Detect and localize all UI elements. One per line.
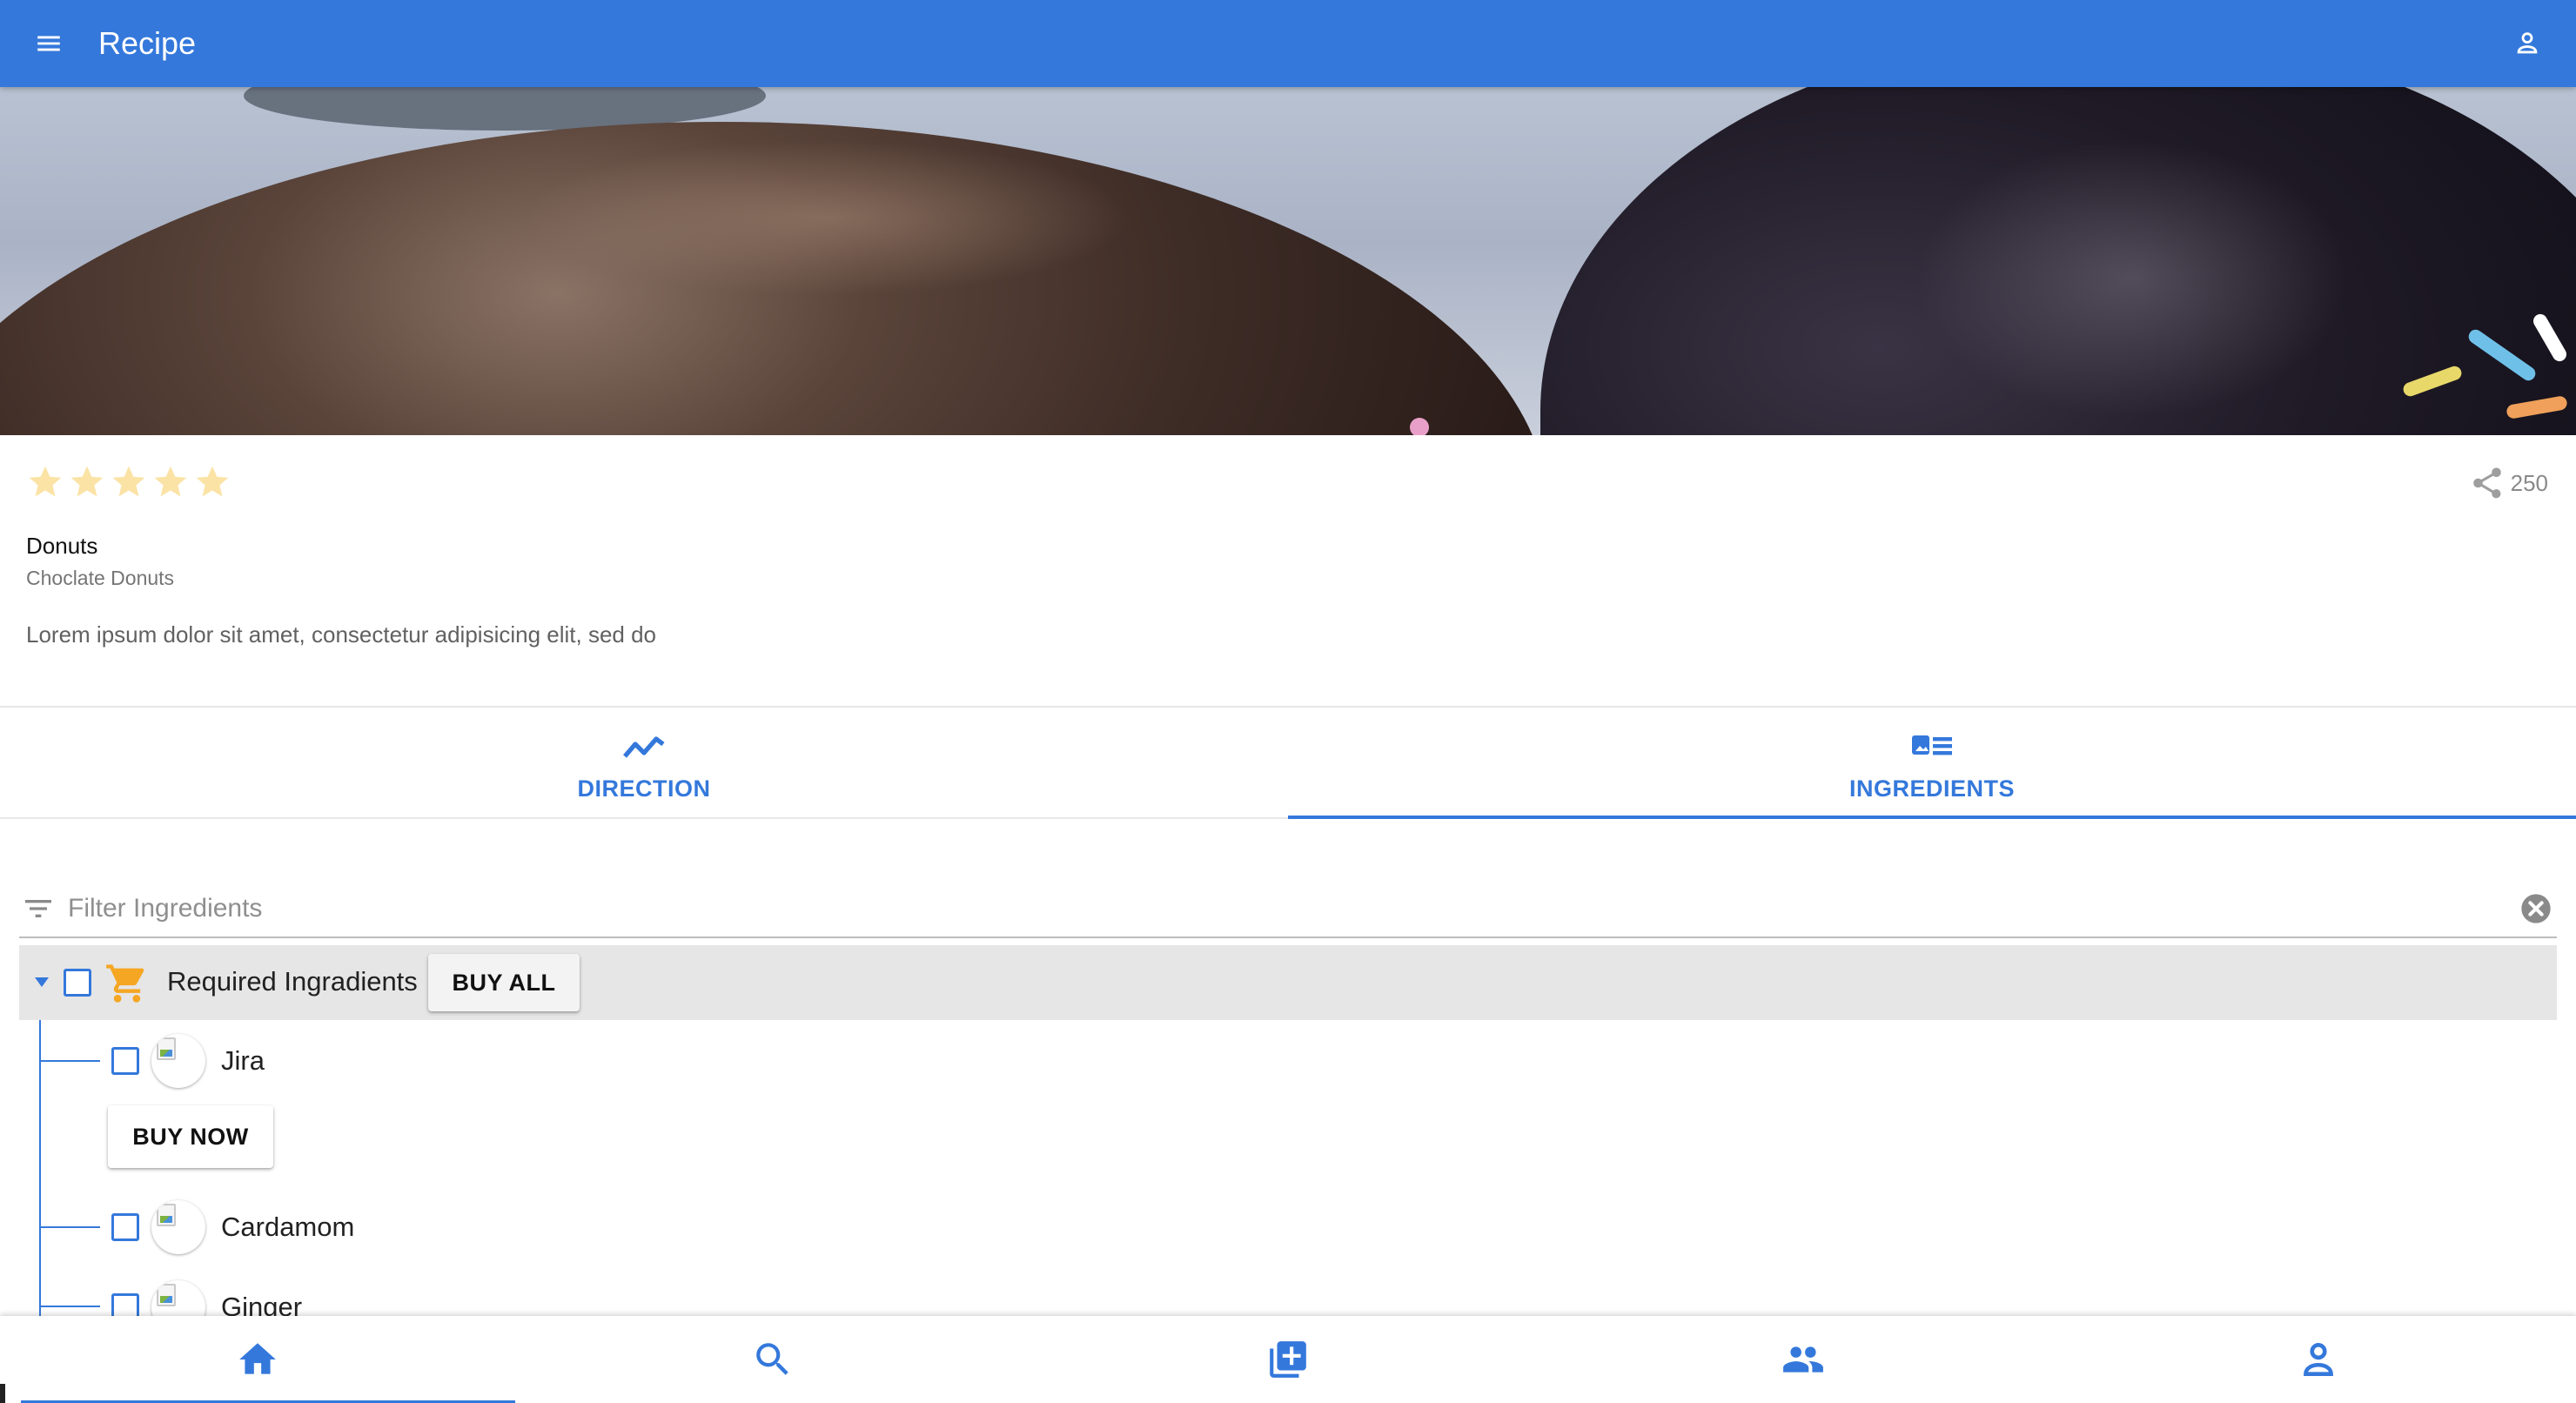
trending-icon xyxy=(621,727,667,765)
app-bar: Recipe xyxy=(0,0,2576,87)
nav-search[interactable] xyxy=(515,1316,1030,1403)
nav-add[interactable] xyxy=(1030,1316,1546,1403)
tab-direction-label: DIRECTION xyxy=(577,775,711,802)
cart-icon xyxy=(106,964,144,1003)
recipe-app: Recipe 250 Donuts Choclate Donuts Lorem … xyxy=(0,0,2576,1403)
nav-people[interactable] xyxy=(1546,1316,2061,1403)
rating-stars[interactable] xyxy=(26,463,231,501)
close-circle-icon xyxy=(2521,894,2551,923)
filter-icon xyxy=(21,891,56,926)
star-icon[interactable] xyxy=(151,463,190,501)
tab-ingredients[interactable]: INGREDIENTS xyxy=(1288,708,2576,819)
share-count: 250 xyxy=(2510,469,2548,496)
nav-home[interactable] xyxy=(0,1316,515,1403)
tab-direction[interactable]: DIRECTION xyxy=(0,708,1288,817)
person-icon xyxy=(2304,1343,2333,1376)
ingredient-avatar xyxy=(151,1034,205,1088)
tree-branch xyxy=(39,1226,100,1228)
star-icon[interactable] xyxy=(26,463,64,501)
star-icon[interactable] xyxy=(68,463,106,501)
ingredient-group-row[interactable]: Required Ingradients BUY ALL xyxy=(19,945,2557,1020)
ingredient-checkbox[interactable] xyxy=(111,1213,139,1241)
tree-branch xyxy=(39,1060,100,1062)
ingredient-avatar xyxy=(151,1200,205,1254)
filter-input[interactable] xyxy=(68,894,2418,923)
recipe-description: Lorem ipsum dolor sit amet, consectetur … xyxy=(26,621,657,648)
expand-caret-icon[interactable] xyxy=(31,971,52,992)
ingredient-group-label: Required Ingradients xyxy=(167,966,418,997)
people-icon xyxy=(1783,1346,1823,1373)
window-edge xyxy=(0,1384,5,1403)
ingredient-name: Cardamom xyxy=(221,1212,355,1242)
tree-line xyxy=(39,1020,41,1325)
account-button[interactable] xyxy=(2510,26,2545,61)
add-box-icon xyxy=(1270,1341,1306,1378)
share-icon xyxy=(2472,467,2501,499)
broken-image-icon xyxy=(157,1037,176,1060)
broken-image-icon xyxy=(157,1284,176,1306)
recipe-subtitle: Choclate Donuts xyxy=(26,567,175,589)
filter-field xyxy=(19,881,2557,938)
tree-branch xyxy=(39,1306,100,1307)
ingredient-name: Jira xyxy=(221,1045,265,1076)
ingredient-checkbox[interactable] xyxy=(111,1047,139,1075)
share-button[interactable]: 250 xyxy=(2469,465,2548,501)
search-icon xyxy=(756,1343,788,1375)
home-icon xyxy=(239,1343,276,1374)
nav-profile[interactable] xyxy=(2061,1316,2576,1403)
clear-filter-button[interactable] xyxy=(2519,891,2553,926)
ingredients-icon xyxy=(1910,727,1954,765)
buy-all-button[interactable]: BUY ALL xyxy=(428,954,580,1011)
app-title: Recipe xyxy=(98,25,197,61)
star-icon[interactable] xyxy=(193,463,231,501)
tab-ingredients-label: INGREDIENTS xyxy=(1848,775,2016,802)
bottom-navigation xyxy=(0,1316,2576,1403)
recipe-tabs: DIRECTION INGREDIENTS xyxy=(0,708,2576,819)
menu-icon xyxy=(37,36,60,51)
buy-now-button[interactable]: BUY NOW xyxy=(108,1105,273,1168)
star-icon[interactable] xyxy=(110,463,148,501)
group-checkbox[interactable] xyxy=(64,969,91,997)
menu-button[interactable] xyxy=(31,26,66,61)
recipe-title: Donuts xyxy=(26,533,98,559)
account-icon xyxy=(2517,32,2538,54)
recipe-hero-image xyxy=(0,87,2576,435)
broken-image-icon xyxy=(157,1204,176,1226)
